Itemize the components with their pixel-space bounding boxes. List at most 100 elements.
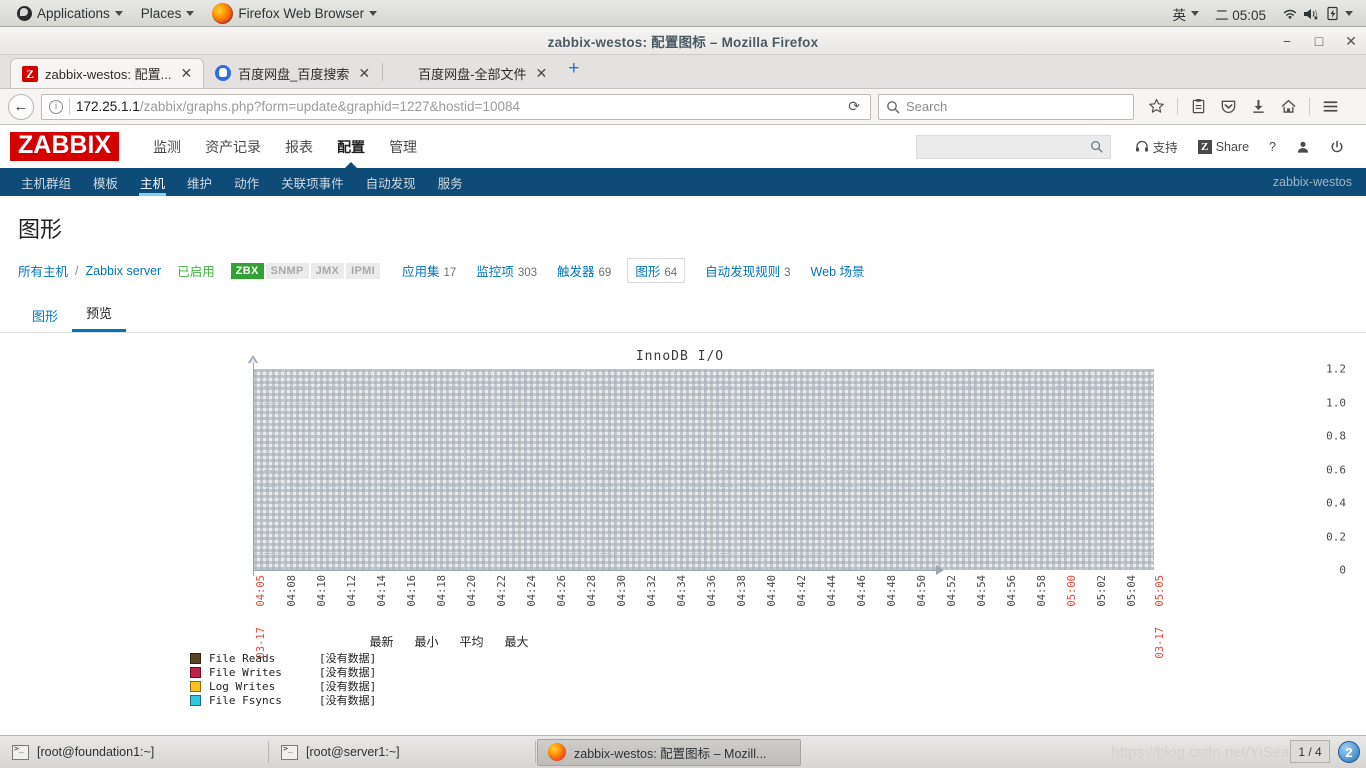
toolbar-divider (1309, 98, 1310, 115)
tab-graph[interactable]: 图形 (18, 298, 72, 332)
reload-icon[interactable]: ⟳ (842, 98, 866, 115)
chart-x-axis-arrow-icon (936, 565, 944, 575)
search-bar[interactable]: Search (878, 93, 1134, 120)
taskbar-item-firefox[interactable]: zabbix-westos: 配置图标 – Mozill... (537, 738, 801, 766)
submenu-item-hostgroups[interactable]: 主机群组 (10, 168, 82, 196)
breadcrumb-web-scenarios-label[interactable]: Web 场景 (811, 261, 865, 280)
browser-tab-0[interactable]: Z zabbix-westos: 配置... ✕ (10, 58, 205, 88)
graph-preview: InnoDB I/O 0 0.2 0.4 0.6 0.8 1.0 1.2 04:… (14, 341, 1346, 737)
submenu-item-discovery[interactable]: 自动发现 (355, 168, 427, 196)
submenu-item-actions[interactable]: 动作 (223, 168, 270, 196)
chart-x-tick: 04:14 (376, 575, 388, 607)
protocol-badge-snmp: SNMP (265, 262, 309, 279)
graph-canvas: InnoDB I/O 0 0.2 0.4 0.6 0.8 1.0 1.2 04:… (14, 341, 1346, 737)
system-status-menu[interactable] (1275, 1, 1360, 27)
main-menu-item-monitoring[interactable]: 监测 (141, 125, 193, 168)
workspace-indicator[interactable]: 1 / 4 (1290, 740, 1330, 763)
main-menu-item-administration[interactable]: 管理 (377, 125, 429, 168)
breadcrumb-host[interactable]: Zabbix server (86, 264, 162, 278)
search-input[interactable]: Search (906, 99, 947, 114)
library-icon[interactable] (1189, 97, 1208, 116)
taskbar-item-terminal-server1[interactable]: [root@server1:~] (270, 739, 534, 766)
headset-icon (1135, 140, 1148, 152)
legend-series-name: File Reads (209, 651, 276, 665)
workspace-badge[interactable]: 2 (1338, 741, 1360, 763)
legend-series-name: File Fsyncs (209, 693, 282, 707)
browser-navigation-toolbar: ← i 172.25.1.1/zabbix/graphs.php?form=up… (0, 89, 1366, 125)
breadcrumb-items-label[interactable]: 监控项 (476, 261, 514, 280)
url-bar[interactable]: i 172.25.1.1/zabbix/graphs.php?form=upda… (41, 93, 871, 120)
breadcrumb-applications[interactable]: 应用集 17 (402, 261, 456, 280)
logout-link[interactable] (1320, 140, 1354, 154)
chart-x-tick: 04:54 (976, 575, 988, 607)
chart-x-tick: 04:48 (886, 575, 898, 607)
tab-close-icon[interactable]: ✕ (533, 65, 549, 82)
chart-y-tick: 1.0 (1326, 396, 1346, 409)
submenu-item-maintenance[interactable]: 维护 (176, 168, 223, 196)
new-tab-button[interactable]: + (558, 58, 589, 80)
share-link[interactable]: Z Share (1188, 139, 1259, 154)
main-menu-item-inventory[interactable]: 资产记录 (193, 125, 273, 168)
breadcrumb-items[interactable]: 监控项 303 (476, 261, 537, 280)
home-icon[interactable] (1279, 97, 1298, 116)
breadcrumb-discovery-rules[interactable]: 自动发现规则 3 (705, 261, 790, 280)
chart-x-tick: 04:18 (436, 575, 448, 607)
protocol-badge-jmx: JMX (310, 262, 345, 279)
submenu-item-correlation[interactable]: 关联项事件 (270, 168, 355, 196)
tab-close-icon[interactable]: ✕ (178, 65, 194, 82)
breadcrumb-triggers[interactable]: 触发器 69 (557, 261, 611, 280)
submenu-item-hosts[interactable]: 主机 (129, 168, 176, 196)
pocket-icon[interactable] (1219, 97, 1238, 116)
chart-x-tick: 05:04 (1126, 575, 1138, 607)
main-menu-item-reports[interactable]: 报表 (273, 125, 325, 168)
search-icon (887, 100, 900, 113)
zabbix-header-right: 支持 Z Share ? (915, 134, 1366, 159)
main-menu-item-configuration[interactable]: 配置 (325, 125, 377, 168)
help-link[interactable]: ? (1259, 140, 1286, 154)
star-icon[interactable] (1147, 97, 1166, 116)
minimize-button[interactable]: − (1278, 33, 1296, 49)
tab-close-icon[interactable]: ✕ (356, 65, 372, 82)
page-info-icon[interactable]: i (49, 99, 63, 114)
submenu-item-services[interactable]: 服务 (427, 168, 474, 196)
browser-tab-1[interactable]: 百度网盘_百度搜索 ✕ (204, 58, 381, 88)
breadcrumb-triggers-label[interactable]: 触发器 (557, 261, 595, 280)
breadcrumb-all-hosts[interactable]: 所有主机 (18, 261, 68, 280)
tab-divider (382, 62, 384, 81)
chevron-down-icon (1345, 11, 1353, 16)
input-method-indicator[interactable]: 英 (1165, 1, 1206, 27)
clock[interactable]: 二 05:05 (1208, 1, 1273, 27)
support-link[interactable]: 支持 (1125, 137, 1188, 156)
tab-preview[interactable]: 预览 (72, 295, 127, 332)
breadcrumb-graphs-count: 64 (664, 267, 678, 279)
breadcrumb-applications-label[interactable]: 应用集 (402, 261, 440, 280)
zabbix-global-search[interactable] (915, 134, 1111, 159)
chart-x-tick: 04:26 (556, 575, 568, 607)
submenu-item-templates[interactable]: 模板 (82, 168, 129, 196)
breadcrumb: 所有主机 / Zabbix server 已启用 ZBX SNMP JMX IP… (0, 258, 1366, 295)
volume-muted-icon (1304, 8, 1318, 20)
zabbix-logo[interactable]: ZABBIX (10, 132, 120, 161)
menu-icon[interactable] (1321, 97, 1340, 116)
close-button[interactable]: ✕ (1342, 33, 1360, 50)
chart-y-tick: 0.8 (1326, 429, 1346, 443)
breadcrumb-discovery-rules-label[interactable]: 自动发现规则 (705, 261, 780, 280)
legend-series-value: [没有数据] (319, 694, 377, 707)
back-button[interactable]: ← (8, 93, 34, 120)
chart-x-tick: 04:24 (526, 575, 538, 607)
breadcrumb-graphs-label[interactable]: 图形 (635, 261, 660, 280)
blank-favicon-icon (395, 65, 411, 81)
maximize-button[interactable]: □ (1310, 33, 1328, 49)
taskbar-item-terminal-foundation1[interactable]: [root@foundation1:~] (1, 739, 267, 766)
breadcrumb-web-scenarios[interactable]: Web 场景 (811, 261, 865, 280)
chart-x-tick: 05:02 (1096, 575, 1108, 607)
places-menu[interactable]: Places (132, 0, 204, 26)
firefox-app-menu[interactable]: Firefox Web Browser (203, 0, 386, 26)
applications-menu[interactable]: Applications (8, 0, 132, 26)
browser-tab-2[interactable]: 百度网盘-全部文件 ✕ (384, 58, 558, 88)
breadcrumb-graphs[interactable]: 图形 64 (627, 258, 686, 283)
chart-x-tick: 04:42 (796, 575, 808, 607)
user-profile-link[interactable] (1286, 140, 1320, 154)
download-icon[interactable] (1249, 97, 1268, 116)
chart-y-tick: 0 (1339, 563, 1346, 577)
